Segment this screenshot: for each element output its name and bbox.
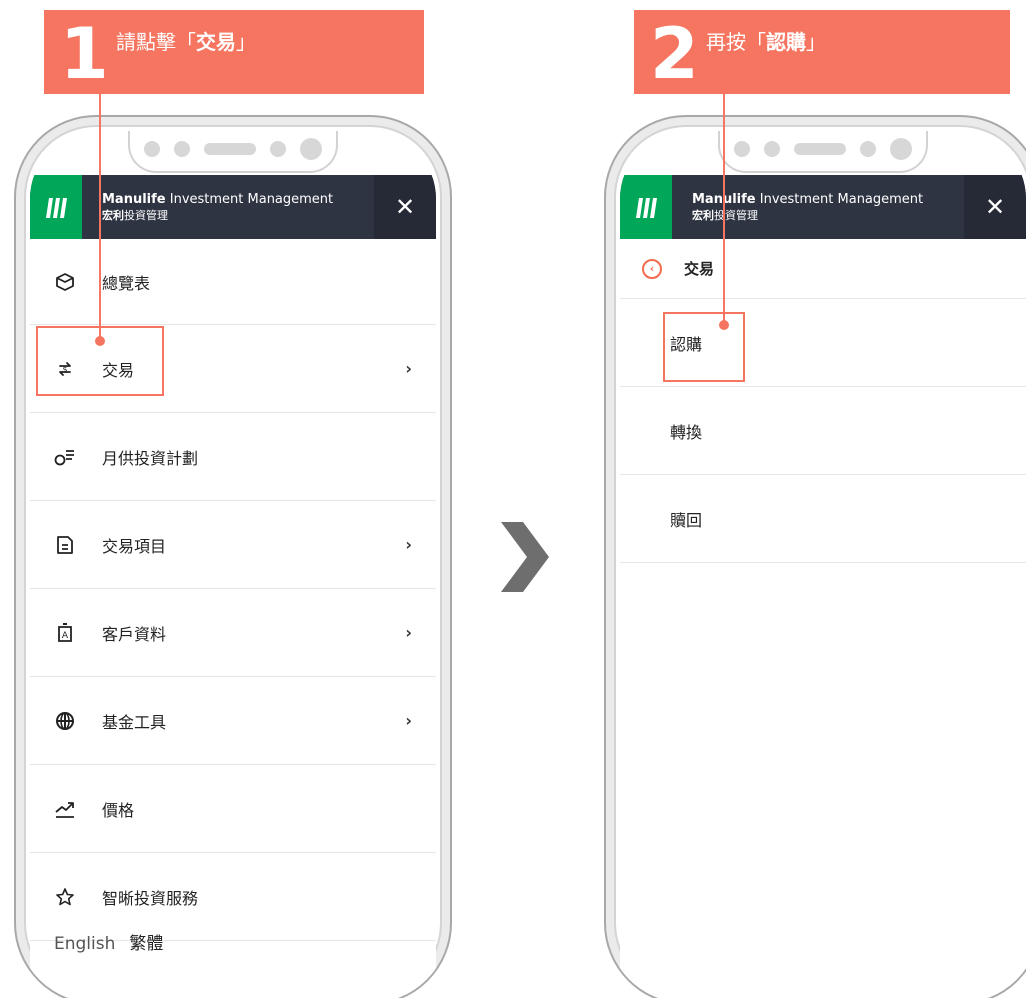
profile-icon: A: [54, 622, 76, 644]
menu-item-label: 價格: [102, 800, 135, 820]
submenu-item-label: 轉換: [670, 422, 703, 442]
phone-notch: [718, 131, 928, 173]
menu-item-label: 智晰投資服務: [102, 888, 199, 908]
step-1-text-bold: 交易: [196, 30, 236, 54]
language-switch: English 繁體: [54, 929, 163, 954]
camera-dot: [890, 138, 912, 160]
app-header: Manulife Investment Management 宏利投資管理 ✕: [620, 175, 1026, 239]
highlight-subscribe: [663, 312, 745, 382]
trend-icon: [54, 798, 76, 820]
manulife-logo[interactable]: [620, 175, 672, 239]
close-button[interactable]: ✕: [374, 175, 436, 239]
menu-item-label: 基金工具: [102, 712, 167, 732]
menu-item-label: 客戶資料: [102, 624, 167, 644]
brand-rest: Investment Management: [165, 191, 334, 207]
trade-submenu: ‹ 交易 認購 轉換 贖回: [620, 239, 1026, 563]
phone-notch: [128, 131, 338, 173]
speaker: [204, 143, 256, 155]
highlight-trade: [36, 326, 164, 396]
submenu-title: 交易: [684, 260, 715, 278]
lang-traditional-chinese[interactable]: 繁體: [129, 934, 163, 954]
phone-step-1: Manulife Investment Management 宏利投資管理 ✕ …: [14, 115, 452, 998]
star-icon: [54, 886, 76, 908]
cube-icon: [54, 271, 76, 293]
logo-icon: [636, 198, 657, 218]
brand-zh-bold: 宏利: [692, 208, 714, 222]
manulife-logo[interactable]: [30, 175, 82, 239]
logo-icon: [46, 198, 67, 218]
brand-bold: Manulife: [102, 191, 166, 207]
brand-name: Manulife Investment Management 宏利投資管理: [672, 175, 964, 239]
submenu-item-redeem[interactable]: 贖回: [620, 475, 1026, 563]
menu-item-client-profile[interactable]: A 客戶資料 ›: [30, 589, 436, 677]
globe-icon: [54, 710, 76, 732]
step-2-text: 再按「認購」: [706, 26, 826, 55]
menu-item-fund-tools[interactable]: 基金工具 ›: [30, 677, 436, 765]
brand-zh-rest: 投資管理: [124, 208, 168, 222]
document-icon: [54, 534, 76, 556]
sensor-dot: [764, 141, 780, 157]
menu-item-prices[interactable]: 價格: [30, 765, 436, 853]
close-icon: ✕: [984, 193, 1006, 221]
step-2-text-bold: 認購: [766, 30, 806, 54]
step-1-text-prefix: 請點擊「: [116, 30, 196, 54]
step-2-text-prefix: 再按「: [706, 30, 766, 54]
step-2-text-suffix: 」: [806, 30, 826, 54]
phone-screen: Manulife Investment Management 宏利投資管理 ✕ …: [30, 131, 436, 998]
close-button[interactable]: ✕: [964, 175, 1026, 239]
brand-zh-bold: 宏利: [102, 208, 124, 222]
chevron-right-icon: ›: [405, 535, 412, 554]
phone-step-2: Manulife Investment Management 宏利投資管理 ✕ …: [604, 115, 1026, 998]
brand-zh-rest: 投資管理: [714, 208, 758, 222]
speaker: [794, 143, 846, 155]
brand-rest: Investment Management: [755, 191, 924, 207]
camera-dot: [300, 138, 322, 160]
chevron-right-icon: ›: [405, 623, 412, 642]
back-icon[interactable]: ‹: [642, 258, 662, 279]
step-2-banner: 2 再按「認購」: [634, 10, 1010, 94]
chevron-right-icon: ›: [405, 359, 412, 378]
sensor-dot: [144, 141, 160, 157]
close-icon: ✕: [394, 193, 416, 221]
menu-item-label: 總覽表: [102, 273, 151, 293]
lang-english[interactable]: English: [54, 934, 115, 954]
step-1-banner: 1 請點擊「交易」: [44, 10, 424, 94]
menu-item-overview[interactable]: 總覽表: [30, 239, 436, 325]
step-2-number: 2: [650, 13, 699, 95]
sensor-dot: [860, 141, 876, 157]
connector-line-1: [99, 94, 101, 342]
menu-item-smart-invest[interactable]: 智晰投資服務: [30, 853, 436, 941]
step-1-text: 請點擊「交易」: [116, 26, 256, 55]
menu-item-monthly-plan[interactable]: 月供投資計劃: [30, 413, 436, 501]
sensor-dot: [270, 141, 286, 157]
phone-screen: Manulife Investment Management 宏利投資管理 ✕ …: [620, 131, 1026, 998]
menu-item-label: 月供投資計劃: [102, 448, 199, 468]
submenu-header[interactable]: ‹ 交易: [620, 239, 1026, 299]
submenu-item-label: 贖回: [670, 510, 703, 530]
sensor-dot: [734, 141, 750, 157]
plan-icon: [54, 446, 76, 468]
step-1-number: 1: [60, 13, 109, 95]
brand-name: Manulife Investment Management 宏利投資管理: [82, 175, 374, 239]
step-1-text-suffix: 」: [236, 30, 256, 54]
svg-text:A: A: [62, 631, 69, 641]
menu-item-label: 交易項目: [102, 536, 167, 556]
next-arrow-icon: [501, 522, 549, 592]
menu-item-transactions[interactable]: 交易項目 ›: [30, 501, 436, 589]
app-header: Manulife Investment Management 宏利投資管理 ✕: [30, 175, 436, 239]
submenu-item-switch[interactable]: 轉換: [620, 387, 1026, 475]
chevron-right-icon: ›: [405, 711, 412, 730]
connector-line-2: [723, 94, 725, 324]
sensor-dot: [174, 141, 190, 157]
